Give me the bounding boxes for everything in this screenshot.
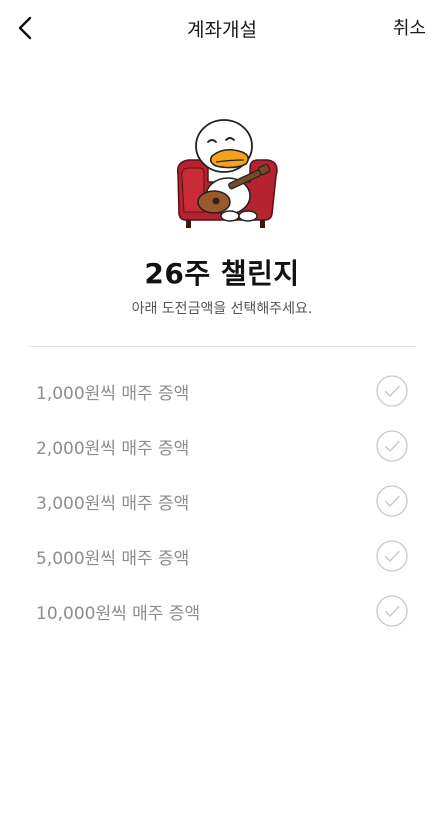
divider xyxy=(28,346,416,347)
amount-option-1000[interactable]: 1,000원씩 매주 증액 xyxy=(0,364,444,419)
check-circle-icon[interactable] xyxy=(376,375,408,407)
challenge-title: 26주 챌린지 xyxy=(144,257,300,290)
check-circle-icon[interactable] xyxy=(376,540,408,572)
header-bar: 계좌개설 취소 xyxy=(0,0,444,56)
option-label: 10,000원씩 매주 증액 xyxy=(36,604,201,624)
chevron-left-icon xyxy=(18,16,32,40)
page-title: 계좌개설 xyxy=(187,19,257,41)
amount-option-5000[interactable]: 5,000원씩 매주 증액 xyxy=(0,529,444,584)
check-circle-icon[interactable] xyxy=(376,430,408,462)
option-label: 1,000원씩 매주 증액 xyxy=(36,384,190,404)
amount-option-list: 1,000원씩 매주 증액 2,000원씩 매주 증액 3,000원씩 매주 증… xyxy=(0,364,444,639)
cancel-button[interactable]: 취소 xyxy=(393,14,426,40)
back-button[interactable] xyxy=(10,12,42,44)
duck-mascot-illustration xyxy=(176,119,278,228)
check-circle-icon[interactable] xyxy=(376,485,408,517)
amount-option-2000[interactable]: 2,000원씩 매주 증액 xyxy=(0,419,444,474)
option-label: 5,000원씩 매주 증액 xyxy=(36,549,190,569)
check-circle-icon[interactable] xyxy=(376,595,408,627)
challenge-subtitle: 아래 도전금액을 선택해주세요. xyxy=(131,301,313,317)
option-label: 2,000원씩 매주 증액 xyxy=(36,439,190,459)
option-label: 3,000원씩 매주 증액 xyxy=(36,494,190,514)
amount-option-10000[interactable]: 10,000원씩 매주 증액 xyxy=(0,584,444,639)
amount-option-3000[interactable]: 3,000원씩 매주 증액 xyxy=(0,474,444,529)
